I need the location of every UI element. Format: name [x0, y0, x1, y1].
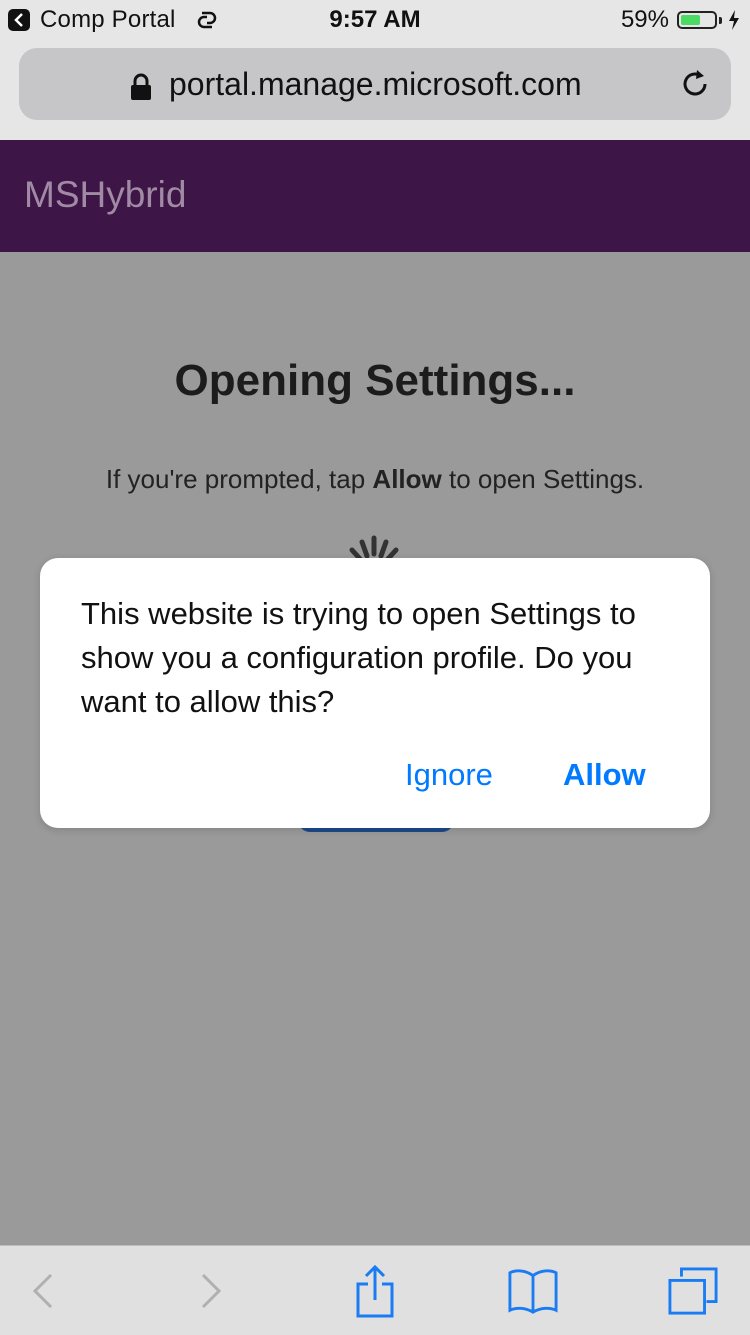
- bookmarks-icon: [508, 1269, 558, 1314]
- back-button[interactable]: [18, 1266, 68, 1316]
- allow-button[interactable]: Allow: [563, 757, 646, 793]
- battery-fill: [681, 15, 700, 25]
- bookmarks-button[interactable]: [508, 1266, 558, 1316]
- battery-percent: 59%: [620, 6, 669, 33]
- bottom-toolbar: [0, 1245, 750, 1335]
- dialog-message: This website is trying to open Settings …: [81, 596, 636, 719]
- charging-icon: [729, 10, 739, 30]
- battery-cap: [719, 16, 722, 24]
- lock-icon: [131, 73, 151, 100]
- forward-icon: [201, 1273, 222, 1309]
- prompt-prefix: If you're prompted, tap: [105, 464, 373, 494]
- url-text: portal.manage.microsoft.com: [169, 66, 582, 102]
- tabs-button[interactable]: [668, 1266, 718, 1316]
- address-bar-area: portal.manage.microsoft.com: [0, 40, 750, 141]
- battery-indicator: 59%: [621, 6, 740, 34]
- open-settings-dialog: This website is trying to open Settings …: [40, 558, 710, 828]
- address-bar[interactable]: portal.manage.microsoft.com: [19, 48, 731, 120]
- prompt-bold: Allow: [372, 464, 442, 494]
- site-header: MSHybrid: [0, 140, 750, 252]
- reload-icon[interactable]: [677, 66, 713, 102]
- page-heading: Opening Settings...: [174, 356, 576, 405]
- prompt-text: If you're prompted, tap Allow to open Se…: [0, 464, 750, 495]
- site-title: MSHybrid: [24, 174, 187, 215]
- battery-icon: [677, 11, 717, 29]
- status-bar: Comp Portal 9:57 AM 59%: [0, 0, 750, 40]
- prompt-suffix: to open Settings.: [441, 464, 645, 494]
- tabs-icon: [668, 1267, 718, 1315]
- ignore-button[interactable]: Ignore: [405, 757, 493, 793]
- share-button[interactable]: [350, 1264, 400, 1318]
- back-icon: [32, 1273, 53, 1309]
- share-icon: [356, 1264, 394, 1318]
- forward-button[interactable]: [186, 1266, 236, 1316]
